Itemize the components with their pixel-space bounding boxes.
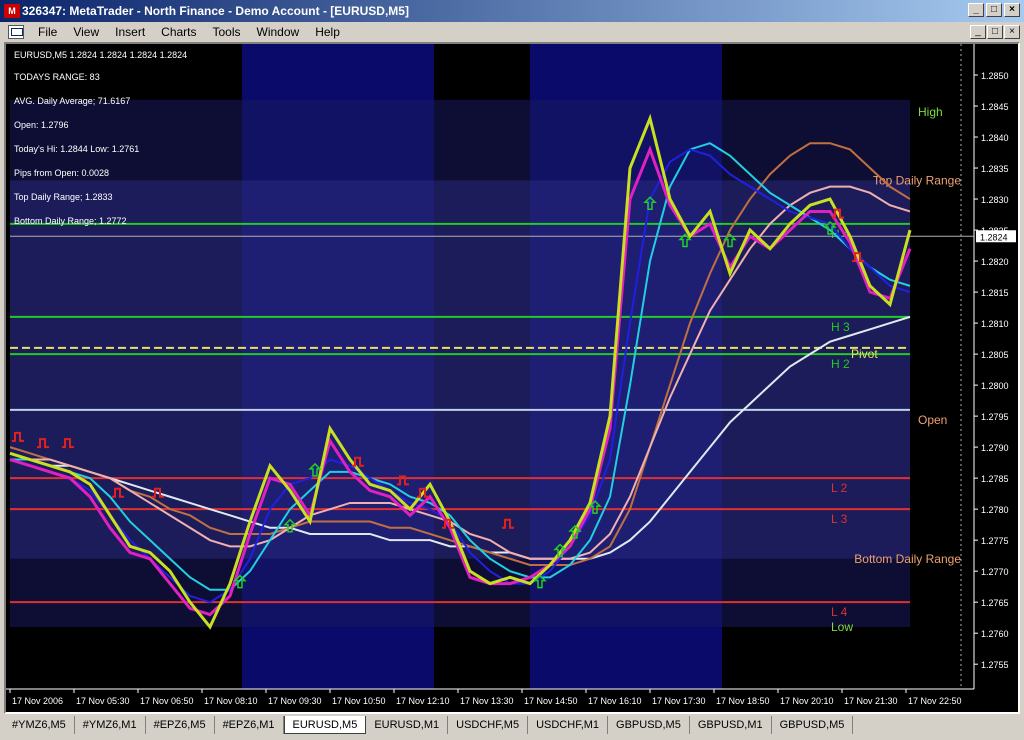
price-tick-label: 1.2830 bbox=[981, 195, 1009, 205]
level-label-top-daily-range: Top Daily Range bbox=[873, 173, 961, 187]
time-tick-label: 17 Nov 2006 bbox=[12, 696, 63, 706]
info-line: Today's Hi: 1.2844 Low: 1.2761 bbox=[14, 144, 139, 154]
price-tick-label: 1.2800 bbox=[981, 381, 1009, 391]
time-tick-label: 17 Nov 14:50 bbox=[524, 696, 578, 706]
price-tick-label: 1.2760 bbox=[981, 629, 1009, 639]
time-tick-label: 17 Nov 20:10 bbox=[780, 696, 834, 706]
tab-usdchf-m5[interactable]: USDCHF,M5 bbox=[448, 716, 529, 734]
time-tick-label: 17 Nov 12:10 bbox=[396, 696, 450, 706]
time-tick-label: 17 Nov 18:50 bbox=[716, 696, 770, 706]
title-bar: M 326347: MetaTrader - North Finance - D… bbox=[0, 0, 1024, 22]
price-tick-label: 1.2845 bbox=[981, 102, 1009, 112]
window-controls: _ □ × bbox=[968, 3, 1020, 17]
current-price-label: 1.2824 bbox=[980, 232, 1008, 242]
tab-epz6-m1[interactable]: #EPZ6,M1 bbox=[215, 716, 284, 734]
time-tick-label: 17 Nov 22:50 bbox=[908, 696, 962, 706]
time-tick-label: 17 Nov 05:30 bbox=[76, 696, 130, 706]
level-label-bottom-daily-range: Bottom Daily Range bbox=[854, 552, 961, 566]
menu-tools[interactable]: Tools bbox=[205, 25, 249, 39]
info-line: EURUSD,M5 1.2824 1.2824 1.2824 1.2824 bbox=[14, 50, 187, 60]
menu-view[interactable]: View bbox=[65, 25, 107, 39]
time-tick-label: 17 Nov 10:50 bbox=[332, 696, 386, 706]
price-tick-label: 1.2840 bbox=[981, 133, 1009, 143]
metatrader-icon: M bbox=[4, 4, 20, 18]
info-line: Pips from Open: 0.0028 bbox=[14, 168, 109, 178]
info-line: Top Daily Range; 1.2833 bbox=[14, 192, 113, 202]
level-label-l-3: L 3 bbox=[831, 512, 848, 526]
level-label-pivot: Pivot bbox=[851, 347, 878, 361]
avg-range-band bbox=[10, 180, 910, 559]
level-label-h-2: H 2 bbox=[831, 357, 850, 371]
price-tick-label: 1.2790 bbox=[981, 443, 1009, 453]
chart-close-button[interactable]: × bbox=[1004, 25, 1020, 39]
tab-ymz6-m5[interactable]: #YMZ6,M5 bbox=[4, 716, 75, 734]
tab-gbpusd-m5[interactable]: GBPUSD,M5 bbox=[608, 716, 690, 734]
menu-help[interactable]: Help bbox=[307, 25, 348, 39]
time-tick-label: 17 Nov 16:10 bbox=[588, 696, 642, 706]
time-tick-label: 17 Nov 09:30 bbox=[268, 696, 322, 706]
price-tick-label: 1.2785 bbox=[981, 474, 1009, 484]
menu-charts[interactable]: Charts bbox=[153, 25, 204, 39]
price-tick-label: 1.2795 bbox=[981, 412, 1009, 422]
menu-file[interactable]: File bbox=[30, 25, 65, 39]
window-title: 326347: MetaTrader - North Finance - Dem… bbox=[22, 4, 409, 18]
close-button[interactable]: × bbox=[1004, 3, 1020, 17]
level-label-open: Open bbox=[918, 413, 947, 427]
level-label-h-3: H 3 bbox=[831, 320, 850, 334]
price-tick-label: 1.2770 bbox=[981, 567, 1009, 577]
price-tick-label: 1.2780 bbox=[981, 505, 1009, 515]
info-line: TODAYS RANGE: 83 bbox=[14, 72, 100, 82]
time-tick-label: 17 Nov 13:30 bbox=[460, 696, 514, 706]
info-line: Bottom Daily Range; 1.2772 bbox=[14, 216, 127, 226]
info-line: Open: 1.2796 bbox=[14, 120, 69, 130]
level-label-high: High bbox=[918, 105, 943, 119]
price-tick-label: 1.2755 bbox=[981, 660, 1009, 670]
price-tick-label: 1.2805 bbox=[981, 350, 1009, 360]
price-tick-label: 1.2775 bbox=[981, 536, 1009, 546]
chart-window[interactable]: 1.28501.28451.28401.28351.28301.28251.28… bbox=[4, 42, 1020, 714]
price-tick-label: 1.2810 bbox=[981, 319, 1009, 329]
minimize-button[interactable]: _ bbox=[968, 3, 984, 17]
info-line: AVG. Daily Average; 71.6167 bbox=[14, 96, 130, 106]
chart-restore-button[interactable]: □ bbox=[987, 25, 1003, 39]
price-tick-label: 1.2850 bbox=[981, 71, 1009, 81]
level-label-l-4: L 4 bbox=[831, 605, 848, 619]
level-label-l-2: L 2 bbox=[831, 481, 848, 495]
time-tick-label: 17 Nov 06:50 bbox=[140, 696, 194, 706]
price-tick-label: 1.2815 bbox=[981, 288, 1009, 298]
price-tick-label: 1.2820 bbox=[981, 257, 1009, 267]
price-tick-label: 1.2765 bbox=[981, 598, 1009, 608]
menu-bar: File View Insert Charts Tools Window Hel… bbox=[0, 22, 1024, 42]
tab-eurusd-m5[interactable]: EURUSD,M5 bbox=[283, 716, 367, 734]
chart-window-controls: _ □ × bbox=[970, 25, 1020, 39]
chart-window-icon[interactable] bbox=[8, 25, 24, 39]
menu-insert[interactable]: Insert bbox=[107, 25, 153, 39]
tab-gbpusd-m5[interactable]: GBPUSD,M5 bbox=[772, 716, 854, 734]
time-tick-label: 17 Nov 17:30 bbox=[652, 696, 706, 706]
menu-window[interactable]: Window bbox=[249, 25, 308, 39]
time-tick-label: 17 Nov 21:30 bbox=[844, 696, 898, 706]
tab-ymz6-m1[interactable]: #YMZ6,M1 bbox=[75, 716, 146, 734]
maximize-button[interactable]: □ bbox=[986, 3, 1002, 17]
price-axis bbox=[974, 44, 1018, 712]
chart-minimize-button[interactable]: _ bbox=[970, 25, 986, 39]
price-tick-label: 1.2835 bbox=[981, 164, 1009, 174]
tab-gbpusd-m1[interactable]: GBPUSD,M1 bbox=[690, 716, 772, 734]
tab-usdchf-m1[interactable]: USDCHF,M1 bbox=[528, 716, 609, 734]
tab-epz6-m5[interactable]: #EPZ6,M5 bbox=[146, 716, 215, 734]
tab-eurusd-m1[interactable]: EURUSD,M1 bbox=[366, 716, 449, 734]
chart-tabs: #YMZ6,M5 #YMZ6,M1 #EPZ6,M5 #EPZ6,M1 EURUSD,M… bbox=[0, 714, 1024, 740]
time-tick-label: 17 Nov 08:10 bbox=[204, 696, 258, 706]
price-chart[interactable]: 1.28501.28451.28401.28351.28301.28251.28… bbox=[6, 44, 1018, 712]
level-label-low: Low bbox=[831, 620, 853, 634]
